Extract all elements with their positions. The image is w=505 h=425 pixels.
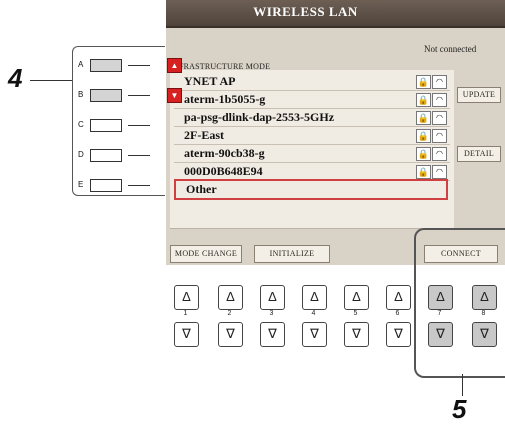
leader-line [128,185,150,186]
network-row[interactable]: pa-psg-dlink-dap-2553-5GHz 🔒 ◠ [174,109,450,127]
down-button-2[interactable]: ∇ [218,322,243,347]
wifi-signal-icon: ◠ [432,165,447,179]
callout-line [462,374,463,396]
callout-line [30,80,72,81]
lock-icon: 🔒 [416,165,431,179]
up-button-4[interactable]: Δ [302,285,327,310]
connection-status: Not connected [424,44,477,54]
lock-icon: 🔒 [416,147,431,161]
button-c[interactable] [90,119,122,132]
down-button-5[interactable]: ∇ [344,322,369,347]
button-letter: B [78,90,84,99]
button-number: 4 [311,310,316,317]
down-button-4[interactable]: ∇ [302,322,327,347]
button-number: 1 [183,310,188,317]
up-button-5[interactable]: Δ [344,285,369,310]
button-number: 2 [227,310,232,317]
network-ssid: 2F-East [184,128,224,142]
network-ssid: pa-psg-dlink-dap-2553-5GHz [184,110,335,124]
lock-icon: 🔒 [416,75,431,89]
network-ssid: 000D0B648E94 [184,164,263,178]
up-button-7[interactable]: Δ [428,285,453,310]
button-letter: C [78,120,84,129]
network-ssid: aterm-90cb38-g [184,146,265,160]
button-number: 3 [269,310,274,317]
initialize-button[interactable]: INITIALIZE [254,245,330,263]
network-ssid: Other [186,182,217,196]
lock-icon: 🔒 [416,111,431,125]
up-button-2[interactable]: Δ [218,285,243,310]
down-button-8[interactable]: ∇ [472,322,497,347]
wifi-signal-icon: ◠ [432,111,447,125]
button-number: 8 [481,310,486,317]
button-letter: E [78,180,84,189]
button-letter: D [78,150,84,159]
button-a[interactable] [90,59,122,72]
down-button-7[interactable]: ∇ [428,322,453,347]
up-button-8[interactable]: Δ [472,285,497,310]
down-button-6[interactable]: ∇ [386,322,411,347]
lock-icon: 🔒 [416,129,431,143]
arrow-down-icon[interactable]: ▼ [167,88,182,103]
up-button-3[interactable]: Δ [260,285,285,310]
button-b[interactable] [90,89,122,102]
button-e[interactable] [90,179,122,192]
button-number: 5 [353,310,358,317]
update-button[interactable]: UPDATE [457,87,501,103]
arrow-up-icon[interactable]: ▲ [167,58,182,73]
network-row-other[interactable]: Other [174,179,448,200]
network-ssid: YNET AP [184,74,236,88]
down-button-3[interactable]: ∇ [260,322,285,347]
button-number: 6 [395,310,400,317]
leader-line [128,95,150,96]
network-ssid: aterm-1b5055-g [184,92,266,106]
wifi-signal-icon: ◠ [432,147,447,161]
button-d[interactable] [90,149,122,162]
up-button-1[interactable]: Δ [174,285,199,310]
wifi-signal-icon: ◠ [432,93,447,107]
leader-line [128,65,150,66]
wifi-signal-icon: ◠ [432,129,447,143]
button-number: 7 [437,310,442,317]
detail-button[interactable]: DETAIL [457,146,501,162]
down-button-1[interactable]: ∇ [174,322,199,347]
network-row[interactable]: 2F-East 🔒 ◠ [174,127,450,145]
lock-icon: 🔒 [416,93,431,107]
network-row[interactable]: aterm-90cb38-g 🔒 ◠ [174,145,450,163]
screen-title: WIRELESS LAN [253,4,358,19]
up-button-6[interactable]: Δ [386,285,411,310]
leader-line [128,125,150,126]
network-list: YNET AP 🔒 ◠ aterm-1b5055-g 🔒 ◠ pa-psg-dl… [170,70,454,229]
step-callout-4: 4 [8,63,23,93]
step-callout-5: 5 [452,394,467,424]
wifi-signal-icon: ◠ [432,75,447,89]
mode-change-button[interactable]: MODE CHANGE [170,245,242,263]
network-row[interactable]: YNET AP 🔒 ◠ [174,73,450,91]
network-row[interactable]: aterm-1b5055-g 🔒 ◠ [174,91,450,109]
title-bar: WIRELESS LAN [166,0,505,28]
button-letter: A [78,60,84,69]
leader-line [128,155,150,156]
